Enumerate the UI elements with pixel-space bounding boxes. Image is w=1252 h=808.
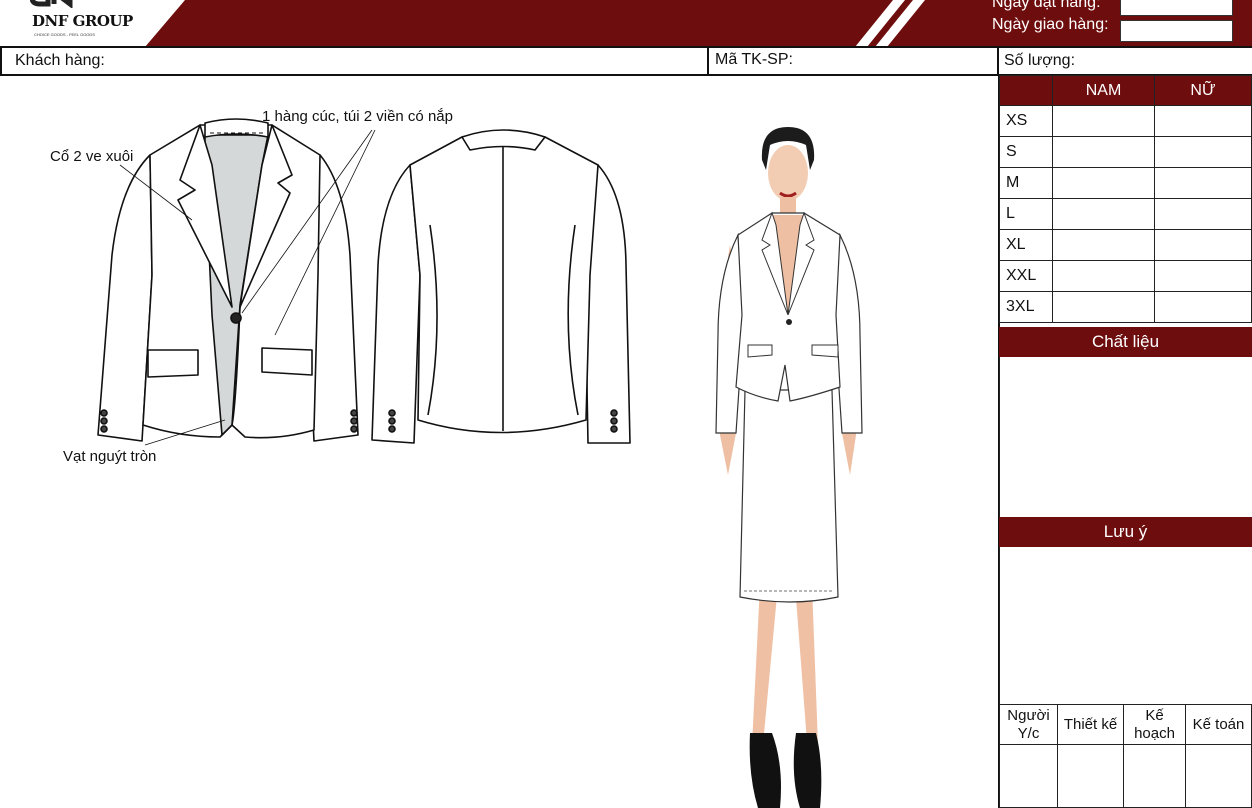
table-row: XS [999,105,1252,137]
qty-cell[interactable] [1154,291,1252,323]
qty-cell[interactable] [1154,105,1252,137]
size-header-blank [999,75,1053,106]
table-row: L [999,198,1252,230]
material-area[interactable] [999,357,1252,517]
table-row: 3XL [999,291,1252,323]
table-row: S [999,136,1252,168]
qty-cell[interactable] [1154,229,1252,261]
notes-area[interactable] [999,547,1252,704]
divider [997,46,999,76]
order-date-label: Ngày đặt hàng: [992,0,1101,11]
signature-cell[interactable] [1185,744,1252,808]
signature-cell[interactable] [1057,744,1124,808]
divider [707,46,709,76]
signature-header-accounting: Kế toán [1185,704,1252,745]
size-label: S [999,136,1053,168]
size-label: 3XL [999,291,1053,323]
size-label: M [999,167,1053,199]
jacket-back [371,129,631,444]
qty-cell[interactable] [1052,260,1155,292]
product-code-label: Mã TK-SP: [715,51,793,68]
size-table: NAM NỮ XS S M L XL XXL 3XL [999,75,1252,323]
quantity-label: Số lượng: [1004,52,1076,69]
brand-tagline: CHOICE GOODS - FEEL GOODS [34,32,95,37]
size-label: XL [999,229,1053,261]
qty-cell[interactable] [1154,260,1252,292]
logo-mark-icon [30,0,73,8]
jacket-sketch [97,118,631,446]
qty-cell[interactable] [1052,229,1155,261]
table-row: XL [999,229,1252,261]
signature-header-planning: Kế hoạch [1123,704,1186,745]
customer-label: Khách hàng: [15,52,105,69]
signature-cell[interactable] [1123,744,1186,808]
qty-cell[interactable] [1154,198,1252,230]
table-row: XXL [999,260,1252,292]
delivery-date-label: Ngày giao hàng: [992,16,1109,33]
table-row: M [999,167,1252,199]
qty-cell[interactable] [1052,167,1155,199]
model-illustration [715,127,863,808]
size-label: XXL [999,260,1053,292]
info-row: Khách hàng: Mã TK-SP: Số lượng: [0,46,1252,76]
size-label: XS [999,105,1053,137]
column-header-nam: NAM [1052,75,1155,106]
qty-cell[interactable] [1052,105,1155,137]
column-header-nu: NỮ [1154,75,1252,106]
material-header: Chất liệu [999,327,1252,357]
notes-header: Lưu ý [999,517,1252,547]
signature-cell[interactable] [999,744,1058,808]
signature-header-designer: Thiết kế [1057,704,1124,745]
header-bar: DNF GROUP CHOICE GOODS - FEEL GOODS Ngày… [0,0,1252,47]
qty-cell[interactable] [1052,136,1155,168]
qty-cell[interactable] [1154,136,1252,168]
size-label: L [999,198,1053,230]
qty-cell[interactable] [1052,198,1155,230]
logo: DNF GROUP CHOICE GOODS - FEEL GOODS [0,0,190,47]
delivery-date-field[interactable] [1120,20,1233,42]
brand-name: DNF GROUP [32,12,133,30]
signature-header-requester: Người Y/c [999,704,1058,745]
signature-table: Người Y/c Thiết kế Kế hoạch Kế toán [999,704,1252,808]
jacket-front [97,118,359,442]
order-date-field[interactable] [1120,0,1233,16]
qty-cell[interactable] [1154,167,1252,199]
qty-cell[interactable] [1052,291,1155,323]
